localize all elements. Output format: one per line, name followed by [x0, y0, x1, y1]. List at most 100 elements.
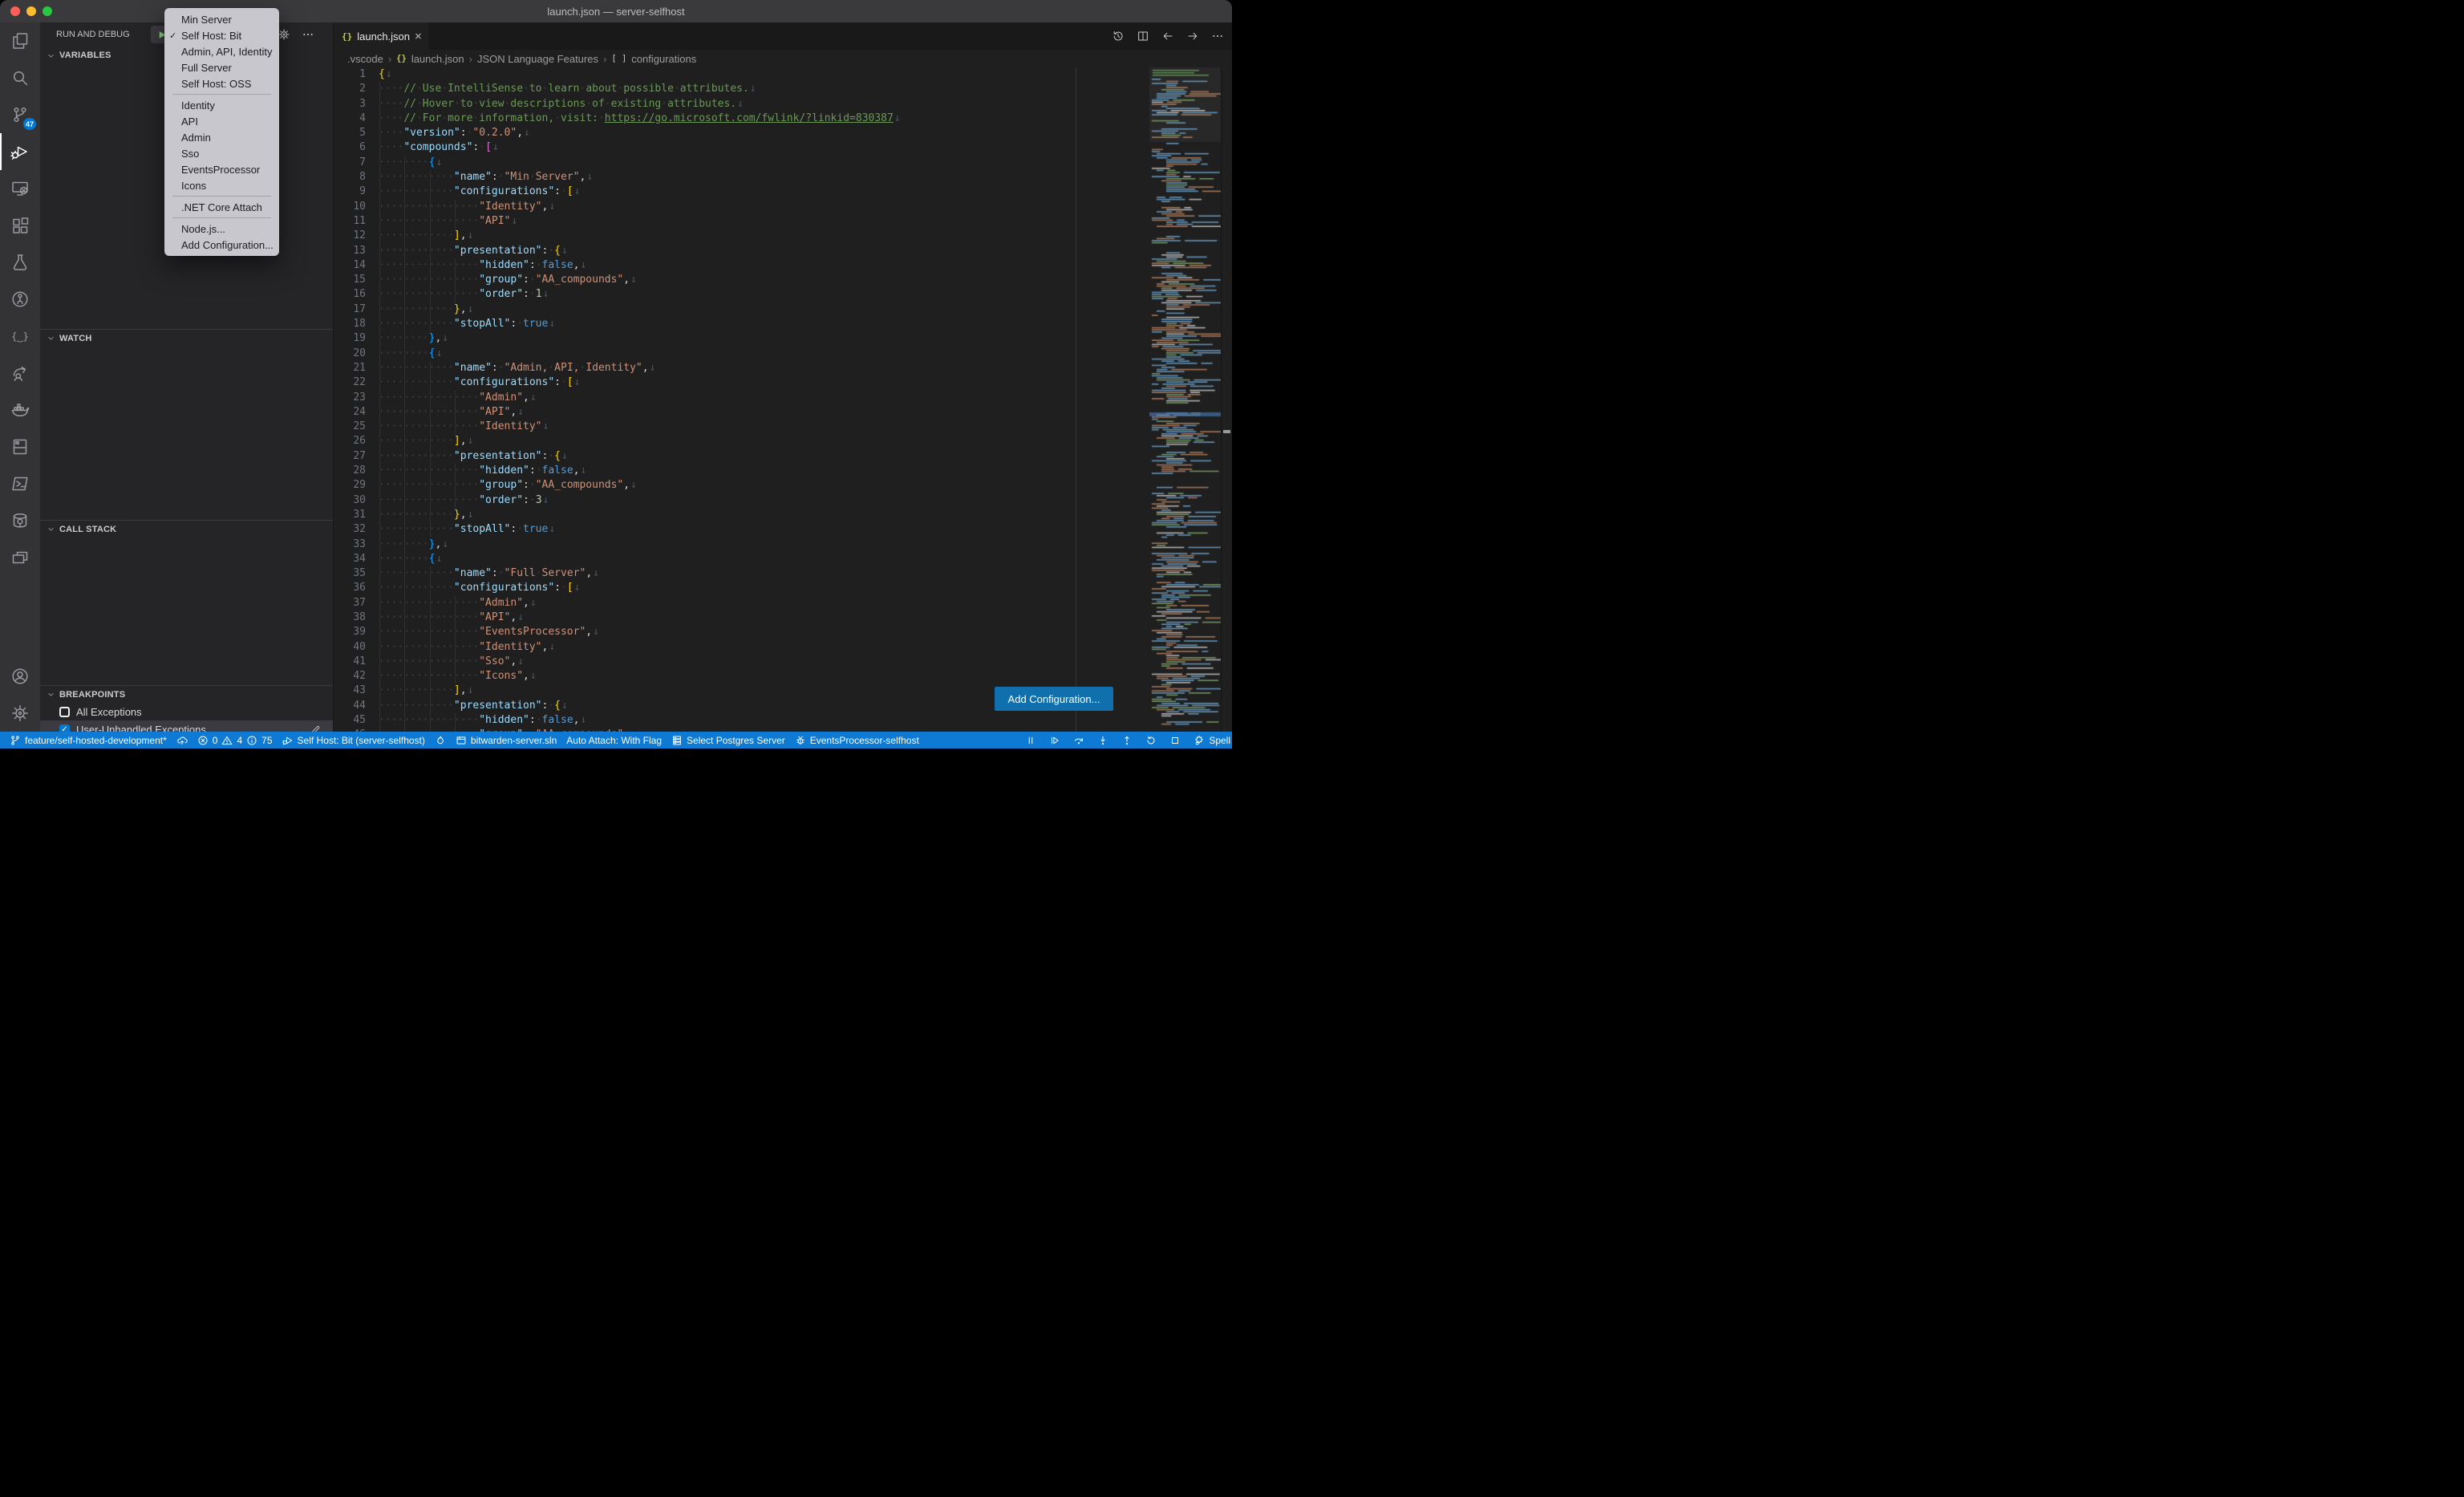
code-line[interactable]: 18············"stopAll":·true↓	[334, 317, 1232, 331]
code-line[interactable]: 29················"group":·"AA_compounds…	[334, 478, 1232, 493]
code-line[interactable]: 13············"presentation":·{↓	[334, 244, 1232, 258]
breadcrumb-configurations[interactable]: configurations	[631, 53, 696, 65]
code-line[interactable]: 15················"group":·"AA_compounds…	[334, 273, 1232, 287]
live-share-button[interactable]	[0, 355, 40, 391]
close-tab-icon[interactable]: ×	[415, 30, 422, 43]
menu-item[interactable]: Add Configuration...	[164, 237, 279, 253]
breadcrumb-json-language-features[interactable]: JSON Language Features	[477, 53, 598, 65]
powershell-button[interactable]	[0, 465, 40, 502]
menu-item[interactable]: ✓Self Host: Bit	[164, 27, 279, 43]
code-line[interactable]: 36············"configurations":·[↓	[334, 581, 1232, 595]
code-line[interactable]: 4····//·For·more·information,·visit:·htt…	[334, 112, 1232, 126]
code-line[interactable]: 45················"hidden":·false,↓	[334, 713, 1232, 728]
code-line[interactable]: 16················"order":·1↓	[334, 287, 1232, 302]
menu-item[interactable]: Identity	[164, 97, 279, 113]
code-line[interactable]: 35············"name":·"Full·Server",↓	[334, 566, 1232, 581]
code-line[interactable]: 14················"hidden":·false,↓	[334, 258, 1232, 273]
status-debug-start[interactable]: Self Host: Bit (server-selfhost)	[278, 732, 430, 748]
code-line[interactable]: 30················"order":·3↓	[334, 493, 1232, 508]
status-step-into[interactable]	[1091, 732, 1115, 748]
gitlens-button[interactable]	[0, 281, 40, 318]
menu-item[interactable]: Admin, API, Identity	[164, 43, 279, 59]
status-solution[interactable]: bitwarden-server.sln	[451, 732, 561, 748]
code-line[interactable]: 10················"Identity",↓	[334, 200, 1232, 214]
checkbox-unchecked[interactable]	[59, 707, 70, 717]
status-database[interactable]: Select Postgres Server	[667, 732, 790, 748]
remote-explorer-button[interactable]	[0, 170, 40, 207]
section-breakpoints[interactable]: BREAKPOINTS	[40, 685, 333, 703]
code-line[interactable]: 12············],↓	[334, 229, 1232, 243]
menu-item[interactable]: Node.js...	[164, 221, 279, 237]
source-control-button[interactable]: 47	[0, 96, 40, 133]
code-line[interactable]: 32············"stopAll":·true↓	[334, 522, 1232, 537]
code-line[interactable]: 3····//·Hover·to·view·descriptions·of·ex…	[334, 97, 1232, 112]
code-line[interactable]: 24················"API",↓	[334, 405, 1232, 420]
code-line[interactable]: 31············},↓	[334, 508, 1232, 522]
code-line[interactable]: 1{↓	[334, 67, 1232, 82]
settings-gear-button[interactable]	[0, 695, 40, 732]
status-stop[interactable]	[1163, 732, 1187, 748]
code-line[interactable]: 6····"compounds":·[↓	[334, 140, 1232, 155]
status-status-text[interactable]: 0475	[192, 732, 278, 748]
configure-gear-icon[interactable]	[278, 28, 290, 41]
code-line[interactable]: 7········{↓	[334, 156, 1232, 170]
section-watch[interactable]: WATCH	[40, 329, 333, 347]
more-actions-button[interactable]	[1211, 30, 1224, 43]
accounts-button[interactable]	[0, 658, 40, 695]
overview-ruler[interactable]	[1221, 67, 1232, 732]
code-line[interactable]: 40················"Identity",↓	[334, 640, 1232, 655]
menu-item[interactable]: Icons	[164, 177, 279, 193]
code-line[interactable]: 8············"name":·"Min·Server",↓	[334, 170, 1232, 185]
code-line[interactable]: 9············"configurations":·[↓	[334, 185, 1232, 199]
breadcrumb-vscode[interactable]: .vscode	[347, 53, 383, 65]
status-spell-checker[interactable]: Spell	[1187, 732, 1232, 748]
menu-item[interactable]: Min Server	[164, 11, 279, 27]
code-line[interactable]: 26············],↓	[334, 434, 1232, 448]
code-line[interactable]: 39················"EventsProcessor",↓	[334, 625, 1232, 639]
sidebar-more-actions-icon[interactable]	[302, 28, 314, 41]
menu-item[interactable]: Sso	[164, 145, 279, 161]
close-window-button[interactable]	[10, 6, 20, 16]
code-line[interactable]: 11················"API"↓	[334, 214, 1232, 229]
breakpoint-all-exceptions[interactable]: All Exceptions	[40, 703, 333, 720]
timeline-button[interactable]	[1112, 30, 1125, 43]
search-button[interactable]	[0, 59, 40, 96]
explorer-button[interactable]	[0, 22, 40, 59]
code-line[interactable]: 5····"version":·"0.2.0",↓	[334, 126, 1232, 140]
status-continue[interactable]	[1043, 732, 1067, 748]
status-cloud-upload[interactable]	[172, 732, 192, 748]
breakpoint-user-unhandled[interactable]: ✓ User-Unhandled Exceptions	[40, 720, 333, 732]
postgresql-button[interactable]	[0, 502, 40, 539]
add-configuration-button[interactable]: Add Configuration...	[995, 687, 1113, 711]
code-line[interactable]: 38················"API",↓	[334, 611, 1232, 625]
split-editor-button[interactable]	[1137, 30, 1149, 43]
code-line[interactable]: 22············"configurations":·[↓	[334, 375, 1232, 390]
status-restart[interactable]	[1139, 732, 1163, 748]
breadcrumb-launch-json[interactable]: launch.json	[411, 53, 464, 65]
testing-button[interactable]	[0, 244, 40, 281]
checkbox-checked[interactable]: ✓	[59, 724, 70, 732]
menu-item[interactable]: Full Server	[164, 59, 279, 75]
code-line[interactable]: 17············},↓	[334, 302, 1232, 317]
code-line[interactable]: 20········{↓	[334, 347, 1232, 361]
code-line[interactable]: 25················"Identity"↓	[334, 420, 1232, 434]
code-line[interactable]: 19········},↓	[334, 331, 1232, 346]
status-status-text[interactable]: Auto Attach: With Flag	[561, 732, 667, 748]
menu-item[interactable]: EventsProcessor	[164, 161, 279, 177]
code-line[interactable]: 41················"Sso",↓	[334, 655, 1232, 669]
code-editor[interactable]: 1{↓2····//·Use·IntelliSense·to·learn·abo…	[334, 67, 1232, 732]
status-step-out[interactable]	[1115, 732, 1139, 748]
code-line[interactable]: 27············"presentation":·{↓	[334, 449, 1232, 464]
extensions-button[interactable]	[0, 207, 40, 244]
code-line[interactable]: 33········},↓	[334, 538, 1232, 552]
storage-button[interactable]	[0, 428, 40, 465]
nav-back-button[interactable]	[1161, 30, 1174, 43]
code-line[interactable]: 21············"name":·"Admin,·API,·Ident…	[334, 361, 1232, 375]
run-and-debug-button[interactable]	[0, 133, 40, 170]
code-line[interactable]: 28················"hidden":·false,↓	[334, 464, 1232, 478]
code-line[interactable]: 42················"Icons",↓	[334, 669, 1232, 684]
status-pause[interactable]	[1019, 732, 1043, 748]
edit-pencil-icon[interactable]	[310, 724, 322, 732]
status-flame[interactable]	[430, 732, 451, 748]
status-bug[interactable]: EventsProcessor-selfhost	[790, 732, 924, 748]
